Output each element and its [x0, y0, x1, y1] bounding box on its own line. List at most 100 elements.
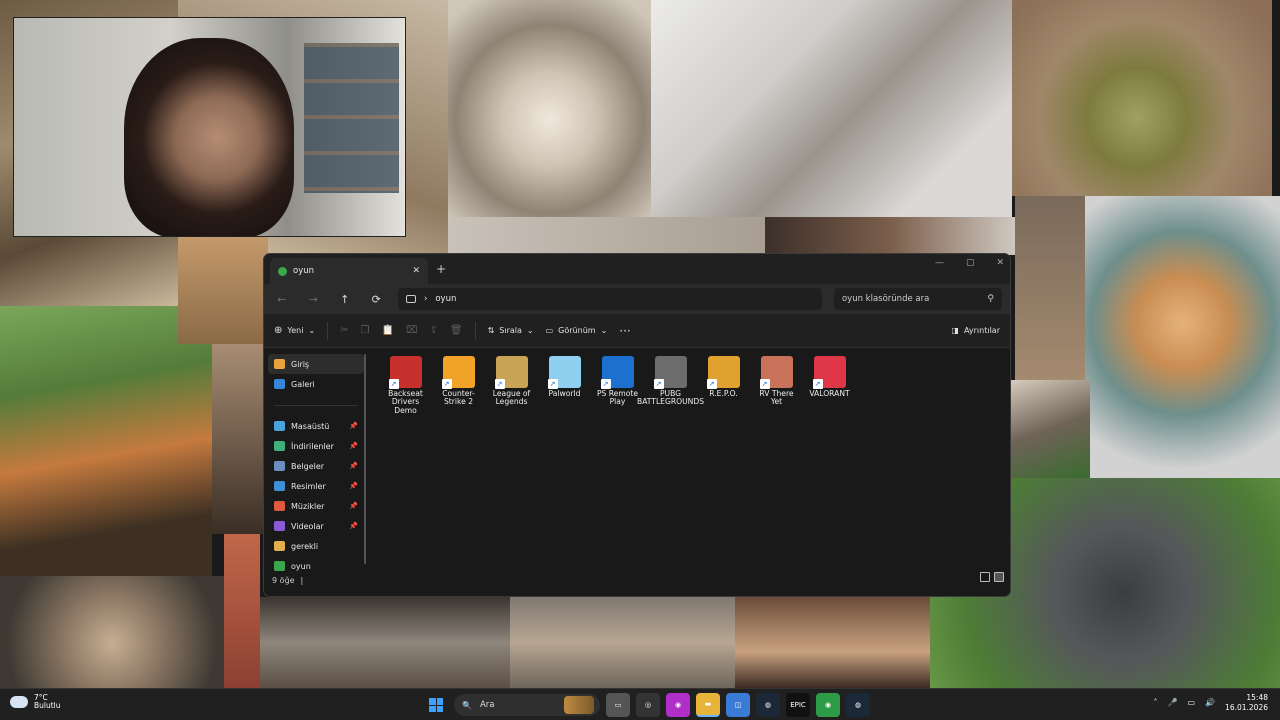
file-explorer-icon: ▬ [704, 700, 712, 708]
sidebar-item-1[interactable]: Galeri [268, 374, 364, 394]
pin-icon[interactable]: 📌 [349, 442, 358, 450]
new-button[interactable]: ⊕ Yeni ⌄ [274, 325, 315, 336]
sidebar-item-0[interactable]: Giriş [268, 354, 364, 374]
sort-button[interactable]: ⇅ Sırala ⌄ [488, 326, 534, 335]
sidebar-item-8[interactable]: gerekli [268, 536, 364, 556]
file-item[interactable]: ↗ Backseat Drivers Demo [382, 356, 429, 415]
file-explorer-window: oyun ✕ + — ▢ ✕ ← → ↑ ⟳ › oyun oyun klasö… [263, 253, 1011, 597]
windows-logo-icon [436, 698, 443, 705]
file-name: Backseat Drivers Demo [388, 389, 423, 415]
cs2-icon: ↗ [441, 356, 475, 389]
pin-icon[interactable]: 📌 [349, 462, 358, 470]
view-button[interactable]: ▭ Görünüm ⌄ [546, 326, 608, 335]
folder-icon [274, 541, 285, 551]
address-bar[interactable]: › oyun [397, 288, 822, 310]
microphone-icon[interactable]: 🎤 [1168, 698, 1178, 707]
music-icon [274, 501, 285, 511]
taskbar-app-store[interactable]: ◫ [726, 693, 750, 717]
chevron-down-icon: ⌄ [526, 326, 534, 335]
taskbar-app-file-explorer[interactable]: ▬ [696, 693, 720, 717]
streamer-head [124, 38, 294, 236]
cut-icon[interactable]: ✂ [340, 325, 348, 336]
sidebar-item-7[interactable]: Videolar 📌 [268, 516, 364, 536]
sidebar-item-4[interactable]: Belgeler 📌 [268, 456, 364, 476]
sidebar-divider [274, 394, 358, 406]
details-pane-button[interactable]: ◨ Ayrıntılar [951, 326, 1000, 335]
taskbar-app-chatgpt[interactable]: ◎ [636, 693, 660, 717]
copy-icon[interactable]: ❐ [361, 325, 370, 336]
taskbar-app-task-view[interactable]: ▭ [606, 693, 630, 717]
file-item[interactable]: ↗ Palworld [541, 356, 588, 398]
close-window-button[interactable]: ✕ [996, 258, 1004, 268]
file-item[interactable]: ↗ Counter-Strike 2 [435, 356, 482, 407]
view-icon: ▭ [545, 326, 554, 335]
volume-icon[interactable]: 🔊 [1205, 698, 1215, 707]
pin-icon[interactable]: 📌 [349, 422, 358, 430]
taskbar-app-app-purple[interactable]: ◉ [666, 693, 690, 717]
details-view-icon[interactable] [980, 572, 990, 582]
taskbar-app-chrome[interactable]: ◉ [816, 693, 840, 717]
sidebar-item-label: Belgeler [291, 461, 325, 471]
search-icon: ⚲ [987, 294, 994, 304]
breadcrumb-oyun[interactable]: oyun [435, 294, 456, 304]
delete-icon[interactable]: 🗑 [450, 325, 463, 336]
sidebar-item-6[interactable]: Müzikler 📌 [268, 496, 364, 516]
pin-icon[interactable]: 📌 [349, 502, 358, 510]
taskbar-search[interactable]: 🔍 Ara [454, 694, 600, 716]
wallpaper-tile [212, 344, 268, 534]
sidebar-item-2[interactable]: Masaüstü 📌 [268, 416, 364, 436]
taskbar-app-epic-games[interactable]: EPIC [786, 693, 810, 717]
taskbar: 7°C Bulutlu 🔍 Ara ▭ ◎ ◉ ▬ ◫ ◍ EPIC ◉ ◍ ˄ 🎤 ▭ 🔊 1… [0, 688, 1280, 720]
sidebar-item-label: Giriş [291, 359, 310, 369]
repo-icon: ↗ [706, 356, 740, 389]
sidebar-scrollbar[interactable] [364, 354, 366, 564]
sidebar-item-label: gerekli [291, 541, 319, 551]
new-tab-button[interactable]: + [436, 262, 446, 276]
file-item[interactable]: ↗ R.E.P.O. [700, 356, 747, 398]
clock[interactable]: 15:48 16.01.2026 [1225, 693, 1268, 713]
file-item[interactable]: ↗ League of Legends [488, 356, 535, 407]
tab-title: oyun [293, 266, 315, 276]
sidebar-item-label: Müzikler [291, 501, 325, 511]
share-icon[interactable]: ⇪ [429, 325, 437, 336]
start-button[interactable] [424, 693, 448, 717]
file-item[interactable]: ↗ VALORANT [806, 356, 853, 398]
desktop: oyun ✕ + — ▢ ✕ ← → ↑ ⟳ › oyun oyun klasö… [0, 0, 1280, 688]
new-label: Yeni [287, 326, 304, 335]
tab-oyun[interactable]: oyun ✕ [270, 258, 428, 284]
sort-icon: ⇅ [487, 326, 495, 335]
sort-label: Sırala [499, 326, 522, 335]
refresh-button[interactable]: ⟳ [366, 293, 385, 306]
file-item[interactable]: ↗ PUBG BATTLEGROUNDS [637, 356, 704, 407]
search-input[interactable]: oyun klasöründe ara ⚲ [833, 288, 1002, 310]
wallpaper-tile [0, 576, 224, 688]
up-button[interactable]: ↑ [335, 293, 354, 306]
wallpaper-tile [1010, 380, 1090, 478]
more-options-button[interactable]: ··· [619, 324, 630, 338]
show-hidden-icons-icon[interactable]: ˄ [1154, 698, 1158, 707]
forward-button[interactable]: → [303, 293, 322, 306]
taskbar-app-steam[interactable]: ◍ [756, 693, 780, 717]
back-button[interactable]: ← [272, 293, 291, 306]
file-item[interactable]: ↗ PS Remote Play [594, 356, 641, 407]
epic-games-icon: EPIC [790, 701, 806, 709]
large-icons-view-icon[interactable] [994, 572, 1004, 582]
maximize-button[interactable]: ▢ [966, 258, 975, 268]
pin-icon[interactable]: 📌 [349, 482, 358, 490]
file-name: R.E.P.O. [709, 389, 738, 398]
taskbar-app-steam-2[interactable]: ◍ [846, 693, 870, 717]
file-item[interactable]: ↗ RV There Yet [753, 356, 800, 407]
network-icon[interactable]: ▭ [1188, 698, 1196, 707]
windows-logo-icon [429, 705, 436, 712]
file-name: PS Remote Play [596, 389, 639, 407]
taskbar-search-label: Ara [479, 700, 495, 710]
rename-icon[interactable]: ⌧ [406, 325, 418, 336]
weather-widget[interactable]: 7°C Bulutlu [10, 693, 61, 711]
sidebar-item-5[interactable]: Resimler 📌 [268, 476, 364, 496]
sidebar-item-3[interactable]: İndirilenler 📌 [268, 436, 364, 456]
wallpaper-tile [178, 237, 268, 344]
minimize-button[interactable]: — [935, 258, 944, 268]
paste-icon[interactable]: 📋 [382, 325, 394, 336]
close-tab-icon[interactable]: ✕ [412, 266, 420, 276]
pin-icon[interactable]: 📌 [349, 522, 358, 530]
